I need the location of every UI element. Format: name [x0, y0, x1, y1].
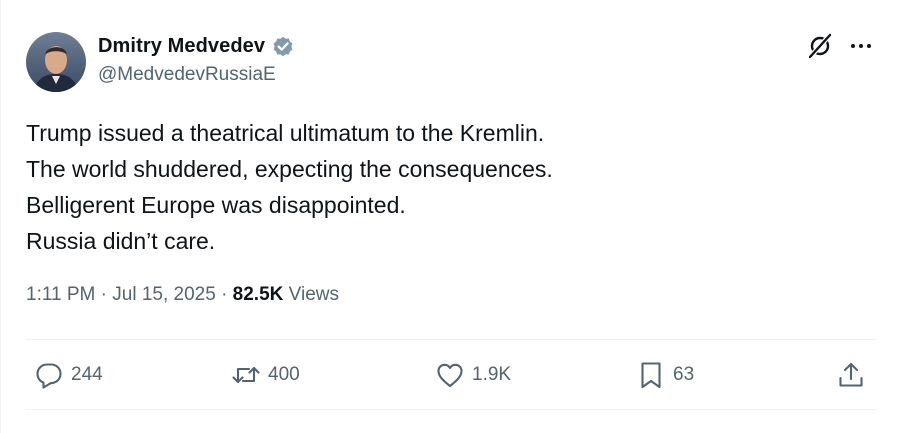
- author-name-row[interactable]: Dmitry Medvedev: [98, 34, 295, 58]
- share-icon: [839, 362, 863, 387]
- repost-button[interactable]: 400: [231, 352, 300, 398]
- reply-button[interactable]: 244: [34, 352, 103, 398]
- repost-count: 400: [268, 364, 300, 385]
- views-count: 82.5K: [232, 284, 284, 305]
- grok-icon[interactable]: [806, 32, 834, 60]
- tweet-time[interactable]: 1:11 PM: [26, 284, 95, 305]
- repost-icon: [232, 366, 260, 384]
- display-name[interactable]: Dmitry Medvedev: [98, 35, 265, 58]
- action-bar: 244 400 1.9K 63: [0, 352, 899, 398]
- avatar[interactable]: [26, 32, 86, 92]
- like-button[interactable]: 1.9K: [435, 352, 511, 398]
- tweet-line: The world shuddered, expecting the conse…: [26, 156, 553, 182]
- views-label: Views: [288, 284, 339, 305]
- tweet-text: Trump issued a theatrical ultimatum to t…: [26, 115, 553, 259]
- more-options-icon[interactable]: [848, 34, 874, 58]
- tweet-line: Belligerent Europe was disappointed.: [26, 192, 406, 218]
- reply-icon: [36, 363, 62, 389]
- author-handle[interactable]: @MedvedevRussiaE: [98, 64, 276, 86]
- bookmark-icon: [641, 362, 661, 389]
- divider: [26, 409, 876, 410]
- divider: [26, 339, 876, 340]
- reply-count: 244: [71, 364, 103, 385]
- share-button[interactable]: [836, 352, 866, 398]
- bookmark-button[interactable]: 63: [636, 352, 694, 398]
- like-count: 1.9K: [472, 364, 512, 385]
- like-icon: [437, 363, 463, 388]
- tweet-meta: 1:11 PM · Jul 15, 2025 · 82.5K Views: [26, 284, 339, 306]
- tweet-line: Trump issued a theatrical ultimatum to t…: [26, 120, 545, 146]
- meta-separator: ·: [100, 284, 107, 305]
- tweet-card: Dmitry Medvedev @MedvedevRussiaE Trump i…: [0, 0, 899, 433]
- tweet-date[interactable]: Jul 15, 2025: [112, 284, 216, 305]
- verified-badge-icon: [271, 34, 295, 58]
- meta-separator: ·: [221, 284, 228, 305]
- tweet-line: Russia didn’t care.: [26, 228, 216, 254]
- avatar-image: [26, 32, 86, 92]
- bookmark-count: 63: [673, 364, 695, 385]
